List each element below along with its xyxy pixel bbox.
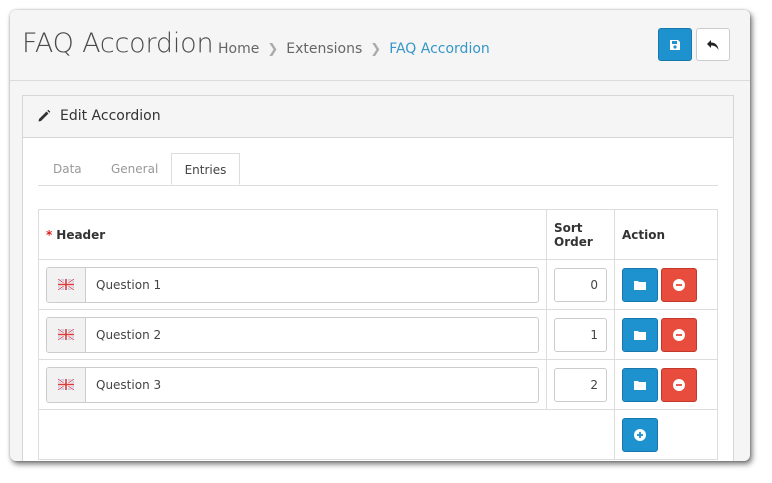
empty-cell	[38, 409, 615, 460]
table-row	[38, 359, 718, 410]
breadcrumb-home[interactable]: Home	[218, 41, 259, 57]
floppy-disk-icon	[670, 39, 680, 50]
folder-icon	[634, 280, 646, 290]
remove-button[interactable]	[661, 267, 697, 302]
sort-order-input[interactable]	[554, 317, 607, 352]
image-button[interactable]	[622, 267, 658, 302]
tab-bar: Data General Entries	[38, 153, 718, 186]
reply-arrow-icon	[707, 39, 719, 50]
image-button[interactable]	[622, 317, 658, 352]
tab-entries[interactable]: Entries	[171, 153, 240, 185]
save-button[interactable]	[658, 28, 692, 61]
pencil-icon	[38, 109, 51, 122]
breadcrumb-extensions[interactable]: Extensions	[286, 41, 362, 57]
sort-order-input[interactable]	[554, 367, 607, 402]
breadcrumb: Home ❯ Extensions ❯ FAQ Accordion	[218, 41, 490, 57]
edit-panel: Edit Accordion Data General Entries * Hea…	[22, 95, 734, 461]
minus-circle-icon	[673, 278, 685, 291]
language-addon	[47, 367, 86, 402]
column-header-action: Action	[614, 209, 718, 260]
tab-general[interactable]: General	[111, 153, 158, 185]
page-header: FAQ Accordion Home ❯ Extensions ❯ FAQ Accord…	[10, 10, 750, 81]
panel-title: Edit Accordion	[60, 108, 161, 124]
minus-circle-icon	[673, 328, 685, 341]
header-input-group	[46, 316, 539, 353]
header-input[interactable]	[86, 317, 538, 352]
plus-circle-icon	[634, 428, 646, 441]
sort-order-input[interactable]	[554, 267, 607, 302]
column-header-header: * Header	[38, 209, 547, 260]
header-input[interactable]	[86, 267, 538, 302]
column-header-sort-order: Sort Order	[546, 209, 615, 260]
uk-flag-icon	[58, 279, 74, 290]
add-entry-button[interactable]	[622, 417, 658, 452]
panel-heading: Edit Accordion	[23, 96, 733, 138]
app-window: FAQ Accordion Home ❯ Extensions ❯ FAQ Accord…	[10, 10, 750, 461]
header-input[interactable]	[86, 367, 538, 402]
table-row	[38, 309, 718, 360]
remove-button[interactable]	[661, 317, 697, 352]
remove-button[interactable]	[661, 367, 697, 402]
image-button[interactable]	[622, 367, 658, 402]
language-addon	[47, 317, 86, 352]
chevron-right-icon: ❯	[267, 42, 279, 57]
back-button[interactable]	[696, 28, 730, 61]
uk-flag-icon	[58, 379, 74, 390]
tab-data[interactable]: Data	[53, 153, 82, 185]
table-row	[38, 259, 718, 310]
folder-icon	[634, 330, 646, 340]
required-mark: *	[46, 227, 53, 242]
entries-table: * Header Sort Order Action	[38, 209, 718, 460]
chevron-right-icon: ❯	[370, 42, 382, 57]
header-input-group	[46, 266, 539, 303]
page-title: FAQ Accordion	[22, 28, 214, 59]
header-input-group	[46, 366, 539, 403]
uk-flag-icon	[58, 329, 74, 340]
folder-icon	[634, 380, 646, 390]
breadcrumb-faq-accordion[interactable]: FAQ Accordion	[389, 41, 490, 57]
minus-circle-icon	[673, 378, 685, 391]
table-header-row: * Header Sort Order Action	[38, 209, 718, 260]
add-row	[38, 409, 718, 460]
language-addon	[47, 267, 86, 302]
